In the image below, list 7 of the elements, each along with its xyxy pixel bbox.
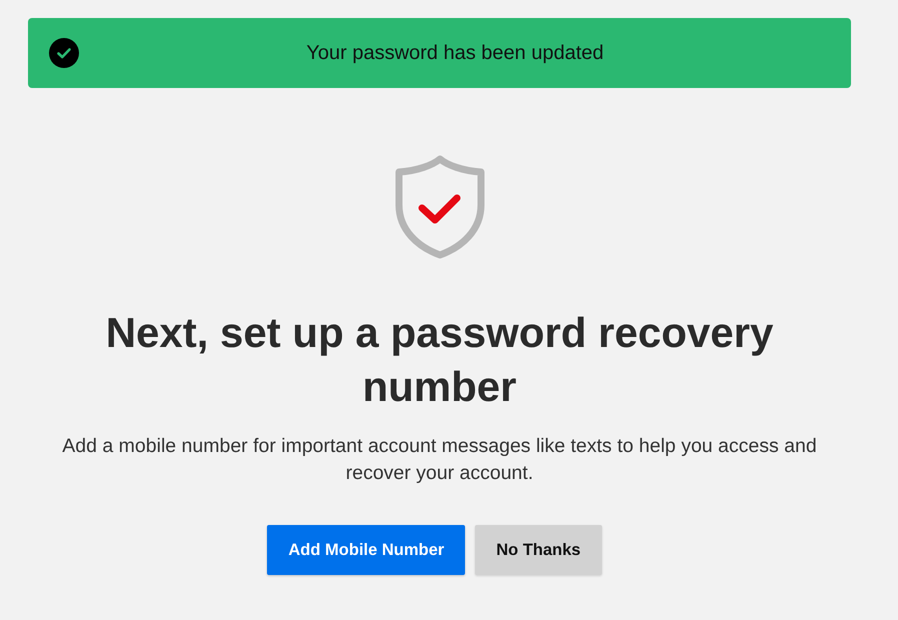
banner-message: Your password has been updated (305, 42, 605, 64)
shield-check-icon (392, 155, 486, 259)
check-circle-icon (49, 38, 79, 68)
description-text: Add a mobile number for important account messages like texts to help you access and recover your account. (61, 434, 818, 486)
add-number-button[interactable]: Add Mobile Number (267, 525, 466, 575)
dismiss-button[interactable]: No Thanks (475, 525, 602, 575)
page-heading: Next, set up a password recovery number (104, 308, 774, 412)
